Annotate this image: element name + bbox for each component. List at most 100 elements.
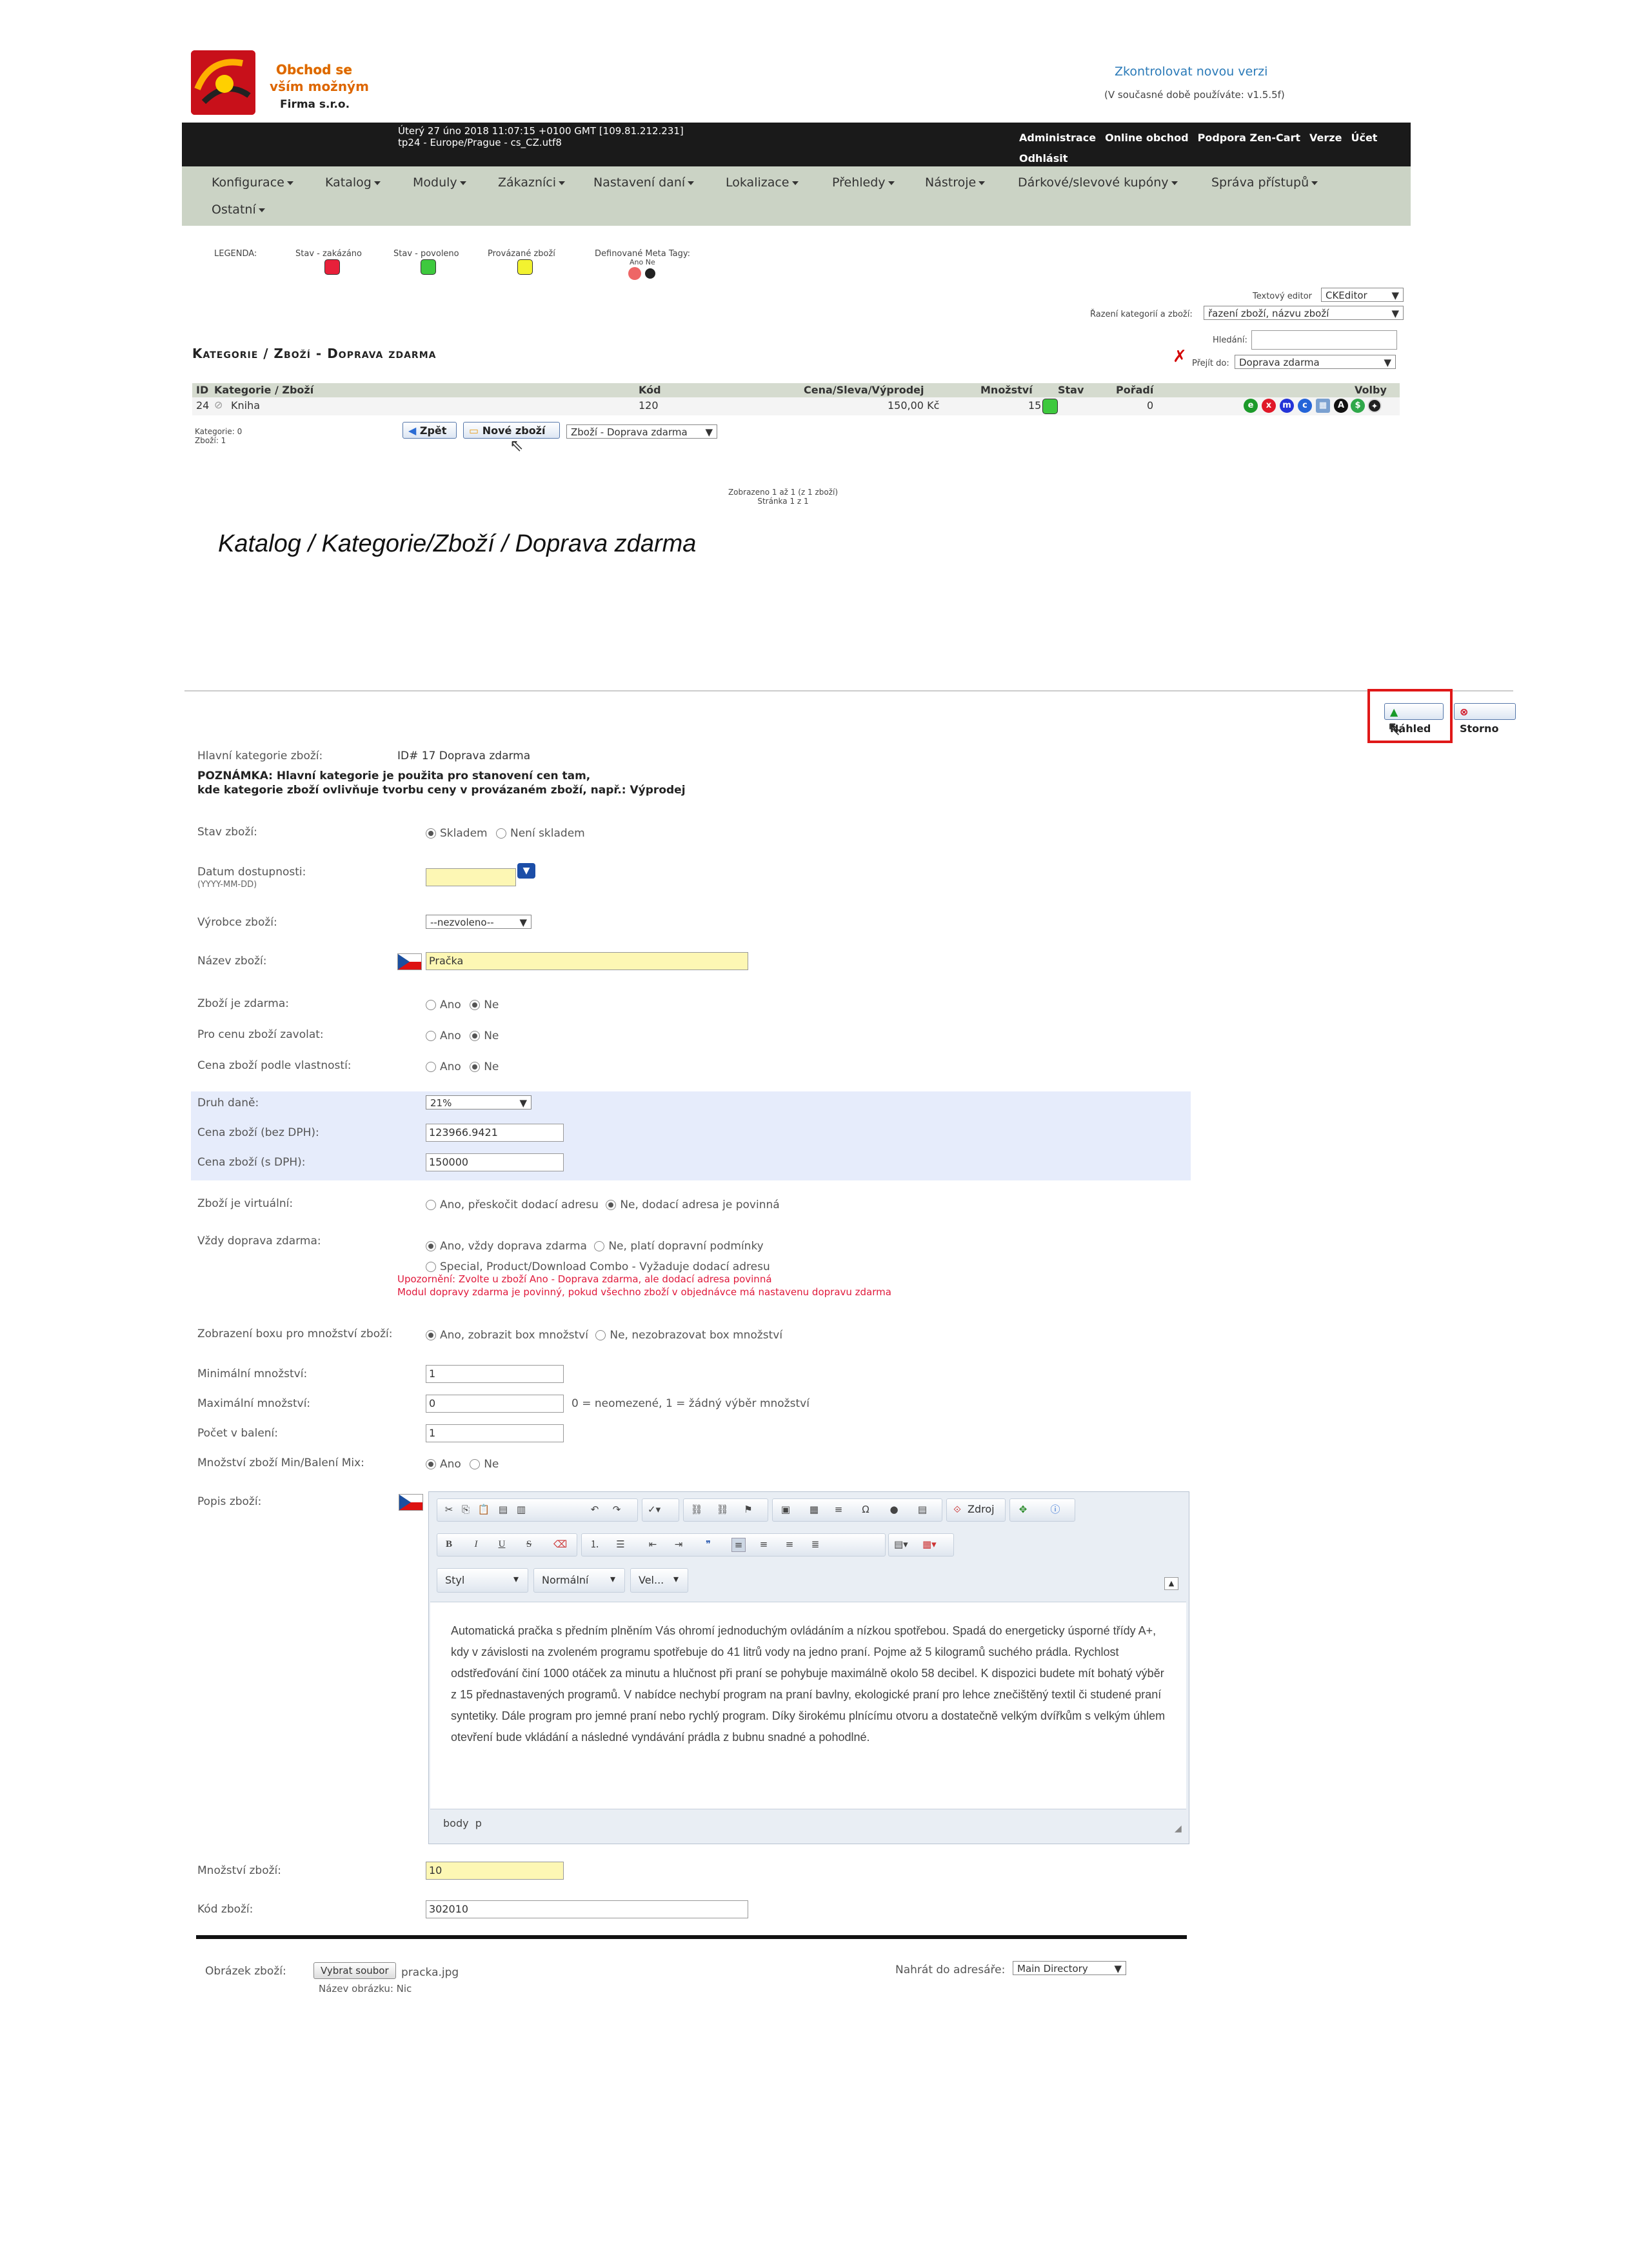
- menu-catalog[interactable]: Katalog: [325, 175, 381, 190]
- source-button[interactable]: Zdroj: [968, 1503, 995, 1515]
- upload-dir-select[interactable]: Main Directory ▼: [1013, 1961, 1126, 1975]
- shipping-yes-radio[interactable]: [426, 1241, 436, 1251]
- table-grid-icon[interactable]: ▦▾: [922, 1538, 937, 1551]
- style-combo[interactable]: Styl ▾: [437, 1568, 528, 1593]
- status-toggle[interactable]: [1042, 399, 1058, 414]
- paste-word-icon[interactable]: ▥: [515, 1503, 528, 1516]
- link-icon[interactable]: ⛓: [690, 1503, 703, 1516]
- attributes-icon[interactable]: A: [1334, 399, 1348, 413]
- edit-icon[interactable]: e: [1244, 399, 1258, 413]
- call-no-radio[interactable]: [470, 1031, 481, 1041]
- italic-icon[interactable]: I: [470, 1538, 482, 1551]
- quantity-input[interactable]: 10: [426, 1862, 564, 1880]
- remove-format-icon[interactable]: ⌫: [553, 1538, 567, 1551]
- sort-select[interactable]: řazení zboží, názvu zboží ▼: [1204, 306, 1404, 320]
- move-icon[interactable]: m: [1280, 399, 1294, 413]
- hr-icon[interactable]: ≡: [832, 1503, 845, 1516]
- blockquote-icon[interactable]: ❞: [702, 1538, 715, 1551]
- underline-icon[interactable]: U: [495, 1538, 508, 1551]
- nav-shop[interactable]: Online obchod: [1105, 132, 1189, 144]
- reset-x-icon[interactable]: ✗: [1173, 347, 1187, 366]
- menu-coupons[interactable]: Dárkové/slevové kupóny: [1018, 175, 1178, 190]
- text-editor-select[interactable]: CKEditor ▼: [1321, 288, 1404, 302]
- back-button[interactable]: ◀ Zpět: [402, 422, 457, 439]
- unlink-icon[interactable]: ⛓: [716, 1503, 729, 1516]
- smiley-icon[interactable]: ●: [888, 1503, 900, 1516]
- search-input[interactable]: [1251, 330, 1397, 350]
- menu-customers[interactable]: Zákazníci: [498, 175, 565, 190]
- collapse-toolbar-icon[interactable]: ▲: [1164, 1577, 1178, 1590]
- max-qty-input[interactable]: 0: [426, 1395, 564, 1413]
- iframe-icon[interactable]: ▤: [916, 1503, 929, 1516]
- menu-configuration[interactable]: Konfigurace: [212, 175, 293, 190]
- category-select[interactable]: Zboží - Doprava zdarma ▼: [566, 424, 717, 439]
- menu-access[interactable]: Správa přístupů: [1211, 175, 1318, 190]
- qty-box-no-radio[interactable]: [595, 1330, 606, 1340]
- table-icon[interactable]: ▦: [808, 1503, 820, 1516]
- shipping-no-radio[interactable]: [594, 1241, 605, 1251]
- menu-tools[interactable]: Nástroje: [925, 175, 986, 190]
- mix-yes-radio[interactable]: [426, 1459, 436, 1469]
- menu-other[interactable]: Ostatní: [212, 203, 265, 217]
- align-center-icon[interactable]: ≡: [757, 1538, 770, 1551]
- special-char-icon[interactable]: Ω: [859, 1503, 872, 1516]
- paste-text-icon[interactable]: ▤: [497, 1503, 510, 1516]
- cancel-button[interactable]: ⊗ Storno: [1454, 703, 1516, 735]
- menu-modules[interactable]: Moduly: [413, 175, 466, 190]
- goto-select[interactable]: Doprava zdarma ▼: [1235, 355, 1396, 369]
- attr-yes-radio[interactable]: [426, 1062, 436, 1072]
- copy-icon[interactable]: c: [1298, 399, 1312, 413]
- editor-content[interactable]: Automatická pračka s předním plněním Vás…: [430, 1602, 1186, 1809]
- nav-version[interactable]: Verze: [1309, 132, 1342, 144]
- bold-icon[interactable]: B: [442, 1538, 455, 1551]
- qty-box-yes-radio[interactable]: [426, 1330, 436, 1340]
- bullet-list-icon[interactable]: ☰: [614, 1538, 627, 1551]
- outdent-icon[interactable]: ⇤: [646, 1538, 659, 1551]
- price-manager-icon[interactable]: $: [1351, 399, 1365, 413]
- free-yes-radio[interactable]: [426, 1000, 436, 1010]
- anchor-icon[interactable]: ⚑: [742, 1503, 755, 1516]
- strike-icon[interactable]: S: [522, 1538, 535, 1551]
- maximize-icon[interactable]: ✥: [1017, 1503, 1029, 1516]
- model-input[interactable]: 302010: [426, 1900, 748, 1918]
- format-combo[interactable]: Normální ▾: [533, 1568, 625, 1593]
- gross-price-input[interactable]: 150000: [426, 1153, 564, 1171]
- date-input[interactable]: [426, 868, 516, 886]
- image-icon[interactable]: ▦: [1316, 399, 1330, 413]
- paste-icon[interactable]: 📋: [477, 1503, 490, 1516]
- nav-account[interactable]: Účet: [1351, 132, 1377, 144]
- align-right-icon[interactable]: ≡: [783, 1538, 796, 1551]
- call-yes-radio[interactable]: [426, 1031, 436, 1041]
- cut-icon[interactable]: ✂: [442, 1503, 455, 1516]
- virtual-yes-radio[interactable]: [426, 1200, 436, 1210]
- product-name-input[interactable]: Pračka: [426, 952, 748, 970]
- check-version-link[interactable]: Zkontrolovat novou verzi: [1115, 65, 1267, 79]
- virtual-no-radio[interactable]: [606, 1200, 617, 1210]
- copy-icon[interactable]: ⎘: [459, 1503, 472, 1516]
- status-in-stock-radio[interactable]: [426, 828, 436, 839]
- status-out-stock-radio[interactable]: [496, 828, 506, 839]
- net-price-input[interactable]: 123966.9421: [426, 1124, 564, 1142]
- numbered-list-icon[interactable]: ⒈: [588, 1538, 601, 1551]
- min-qty-input[interactable]: 1: [426, 1365, 564, 1383]
- manufacturer-select[interactable]: --nezvoleno-- ▼: [426, 915, 531, 929]
- choose-file-button[interactable]: Vybrat soubor: [313, 1962, 396, 1979]
- menu-reports[interactable]: Přehledy: [832, 175, 895, 190]
- calendar-icon[interactable]: ▼: [517, 863, 535, 879]
- nav-support[interactable]: Podpora Zen-Cart: [1198, 132, 1300, 144]
- size-combo[interactable]: Vel... ▾: [630, 1568, 688, 1593]
- attr-no-radio[interactable]: [470, 1062, 481, 1072]
- pack-input[interactable]: 1: [426, 1424, 564, 1442]
- menu-taxes[interactable]: Nastavení daní: [593, 175, 695, 190]
- about-icon[interactable]: ⓘ: [1049, 1503, 1062, 1516]
- shipping-special-radio[interactable]: [426, 1262, 436, 1272]
- menu-localization[interactable]: Lokalizace: [726, 175, 799, 190]
- indent-icon[interactable]: ⇥: [672, 1538, 685, 1551]
- table-row[interactable]: 24 ⊘ Kniha 120 150,00 Kč 15 0 e x m c ▦ …: [192, 397, 1400, 415]
- mix-no-radio[interactable]: [470, 1459, 481, 1469]
- redo-icon[interactable]: ↷: [610, 1503, 623, 1516]
- tax-select[interactable]: 21% ▼: [426, 1095, 531, 1109]
- spellcheck-icon[interactable]: ✓▾: [648, 1503, 661, 1516]
- nav-logout[interactable]: Odhlásit: [1019, 152, 1068, 164]
- text-color-icon[interactable]: ▤▾: [894, 1538, 908, 1551]
